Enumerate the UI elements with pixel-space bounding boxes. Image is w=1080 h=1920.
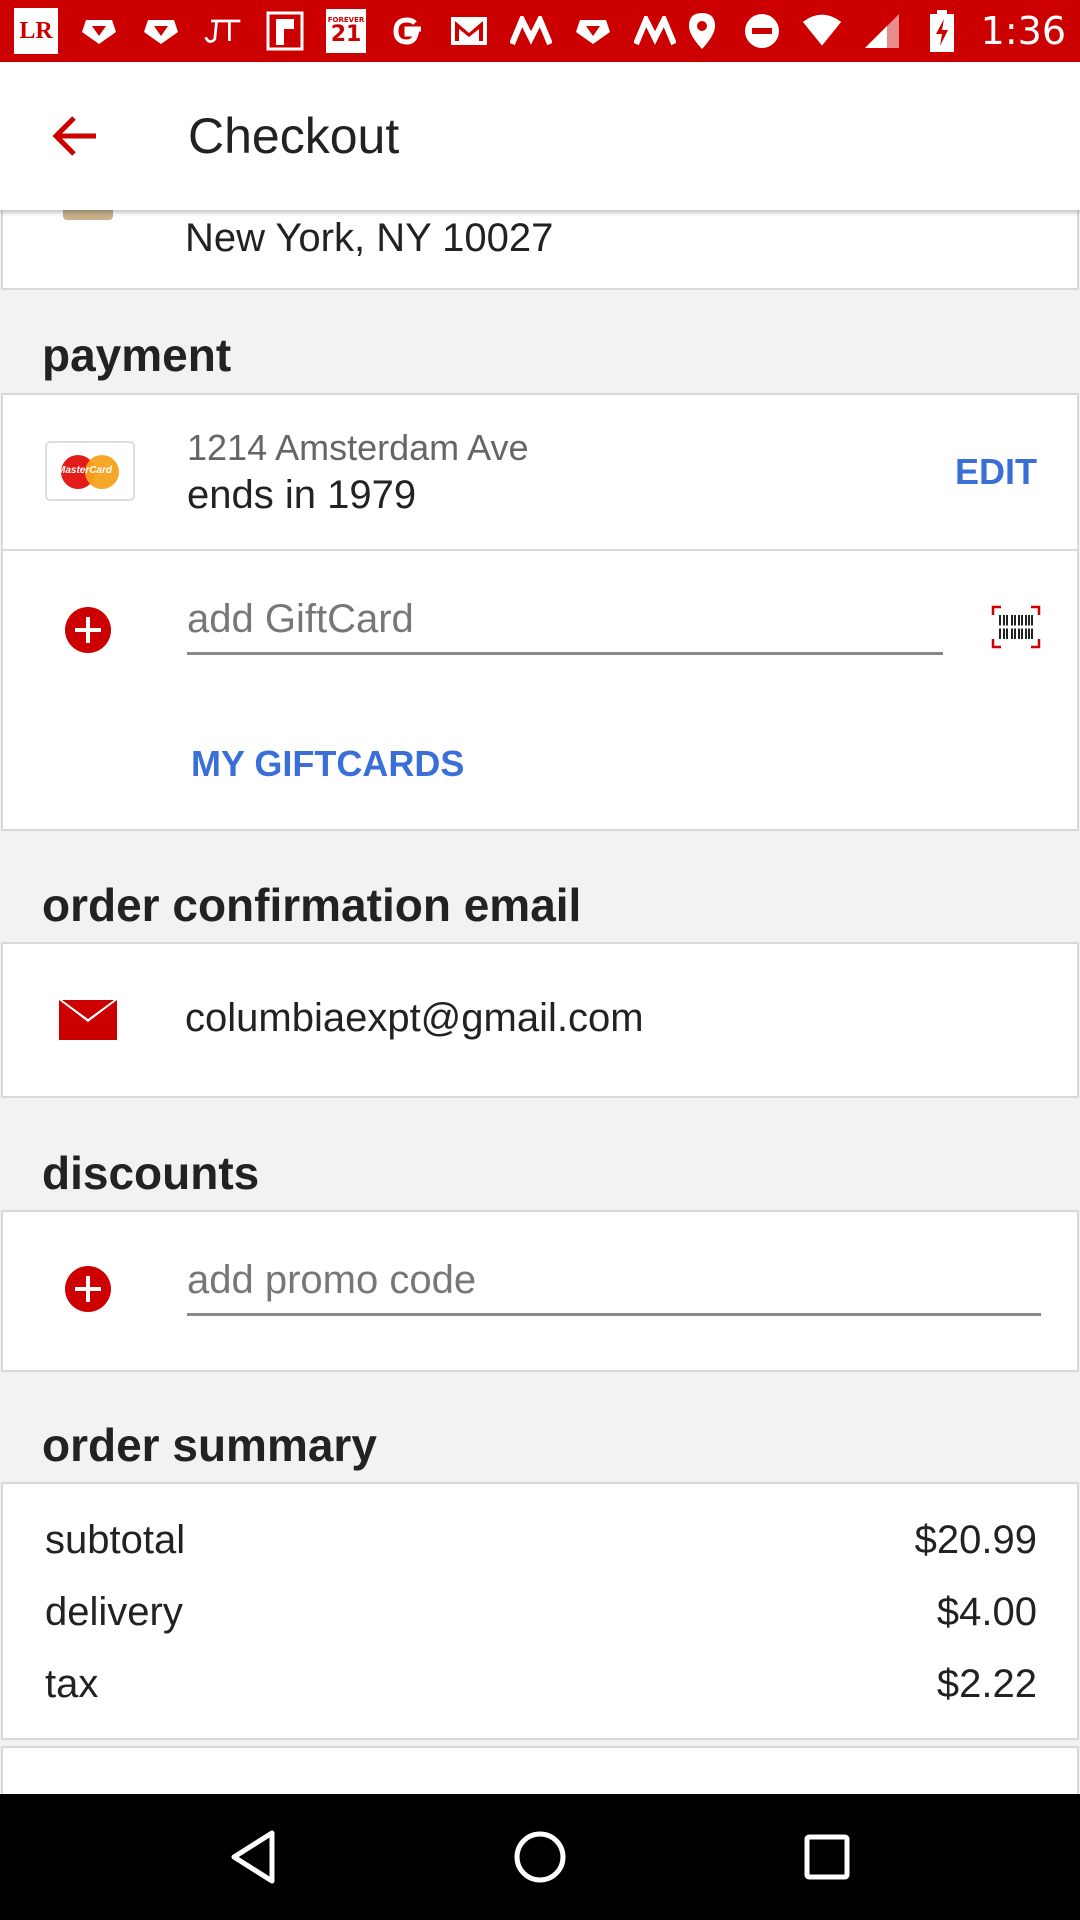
app-bar: Checkout bbox=[0, 62, 1080, 210]
clock: 1:36 bbox=[980, 9, 1066, 53]
forever21-label: 21 bbox=[330, 21, 362, 47]
add-circle-icon[interactable] bbox=[65, 1266, 111, 1312]
lr-app-label: LR bbox=[19, 17, 53, 44]
my-giftcards-link[interactable]: MY GIFTCARDS bbox=[191, 743, 464, 785]
photos-icon bbox=[572, 10, 614, 52]
edit-payment-button[interactable]: EDIT bbox=[955, 451, 1037, 493]
billing-address: 1214 Amsterdam Ave bbox=[187, 427, 529, 468]
giftcard-field[interactable] bbox=[187, 589, 943, 655]
nav-home-icon bbox=[514, 1831, 566, 1883]
summary-row-subtotal: subtotal $20.99 bbox=[45, 1518, 1037, 1563]
battery-charging-icon bbox=[921, 10, 963, 52]
payment-heading: payment bbox=[42, 329, 232, 381]
motorola-icon bbox=[510, 10, 552, 52]
page-title: Checkout bbox=[188, 108, 400, 164]
mastercard-label: MasterCard bbox=[57, 465, 113, 476]
nav-back-button[interactable] bbox=[213, 1817, 293, 1897]
nav-recents-icon bbox=[804, 1834, 850, 1880]
cell-signal-icon bbox=[861, 10, 903, 52]
email-heading: order confirmation email bbox=[42, 879, 582, 931]
nav-back-icon bbox=[231, 1830, 275, 1884]
add-circle-icon[interactable] bbox=[65, 607, 111, 653]
summary-row-delivery: delivery $4.00 bbox=[45, 1590, 1037, 1635]
nav-recents-button[interactable] bbox=[787, 1817, 867, 1897]
order-summary-heading: order summary bbox=[42, 1419, 377, 1471]
do-not-disturb-icon bbox=[741, 10, 783, 52]
lr-app-icon: LR bbox=[14, 8, 58, 54]
shipping-card: New York, NY 10027 EDIT bbox=[1, 210, 1079, 290]
order-total-card bbox=[1, 1746, 1079, 1794]
discounts-heading: discounts bbox=[42, 1147, 260, 1199]
system-status: 1:36 bbox=[681, 9, 1066, 53]
confirmation-email: columbiaexpt@gmail.com bbox=[185, 996, 644, 1040]
edit-shipping-button[interactable]: EDIT bbox=[953, 210, 1035, 218]
forever21-icon: FOREVER 21 bbox=[326, 9, 366, 53]
card-ending: ends in 1979 bbox=[187, 473, 417, 517]
store-icon bbox=[63, 210, 113, 220]
photos-icon bbox=[78, 10, 120, 52]
summary-label: delivery bbox=[45, 1590, 183, 1634]
wifi-icon bbox=[801, 10, 843, 52]
email-card[interactable]: columbiaexpt@gmail.com bbox=[1, 942, 1079, 1098]
promo-code-input[interactable] bbox=[187, 1250, 1041, 1310]
gmail-icon bbox=[448, 10, 490, 52]
payment-card: MasterCard 1214 Amsterdam Ave ends in 19… bbox=[1, 393, 1079, 551]
back-button[interactable] bbox=[0, 62, 148, 210]
google-icon bbox=[386, 10, 428, 52]
summary-label: subtotal bbox=[45, 1518, 186, 1562]
jt-app-icon bbox=[202, 10, 244, 52]
flipboard-icon bbox=[264, 10, 306, 52]
discounts-card bbox=[1, 1210, 1079, 1372]
status-bar: LR FOREVER 21 1:36 bbox=[0, 0, 1080, 62]
photos-icon bbox=[140, 10, 182, 52]
motorola-icon bbox=[634, 10, 676, 52]
notification-icons: LR FOREVER 21 bbox=[14, 0, 676, 62]
nav-home-button[interactable] bbox=[500, 1817, 580, 1897]
system-nav-bar bbox=[0, 1794, 1080, 1920]
barcode-scan-icon[interactable] bbox=[991, 605, 1041, 649]
summary-value: $4.00 bbox=[936, 1590, 1037, 1634]
shipping-address: New York, NY 10027 bbox=[185, 216, 554, 260]
order-summary-card: subtotal $20.99 delivery $4.00 tax $2.22 bbox=[1, 1482, 1079, 1740]
promo-code-field[interactable] bbox=[187, 1250, 1041, 1316]
summary-row-tax: tax $2.22 bbox=[45, 1662, 1037, 1707]
location-icon bbox=[681, 10, 723, 52]
mastercard-icon: MasterCard bbox=[45, 441, 135, 501]
giftcard-card: MY GIFTCARDS bbox=[1, 549, 1079, 831]
giftcard-input[interactable] bbox=[187, 589, 943, 649]
summary-value: $2.22 bbox=[936, 1662, 1037, 1706]
summary-value: $20.99 bbox=[914, 1518, 1037, 1562]
arrow-back-icon bbox=[52, 116, 96, 156]
summary-label: tax bbox=[45, 1662, 99, 1706]
mail-icon bbox=[59, 1000, 117, 1040]
checkout-content[interactable]: New York, NY 10027 EDIT payment MasterCa… bbox=[0, 210, 1080, 1794]
